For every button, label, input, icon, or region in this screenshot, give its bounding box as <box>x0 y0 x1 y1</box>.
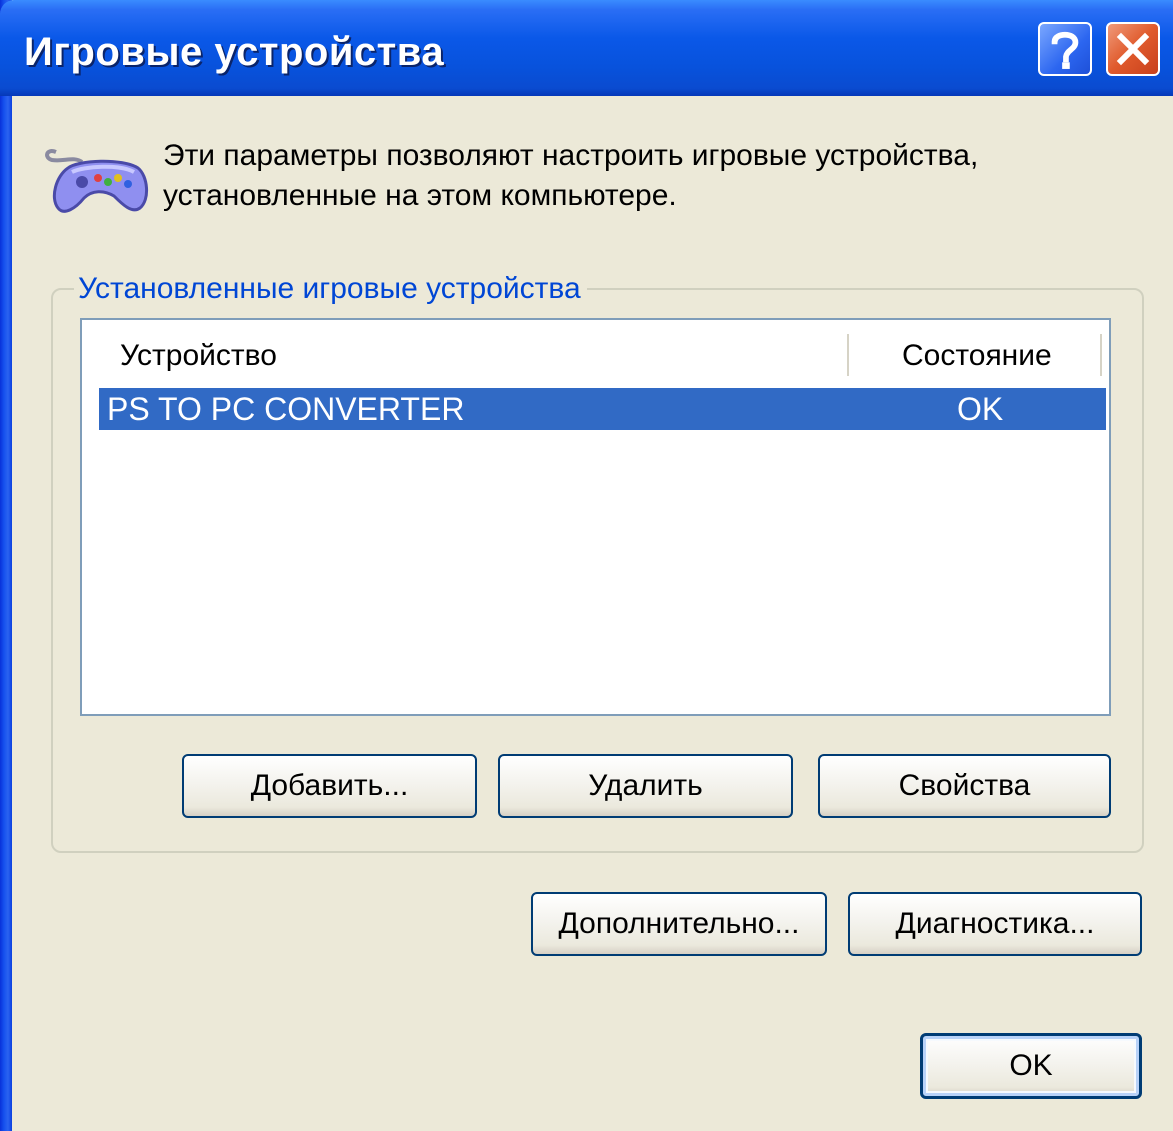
list-row-selected[interactable]: PS TO PC CONVERTER OK <box>99 388 1106 430</box>
advanced-button[interactable]: Дополнительно... <box>531 892 827 956</box>
column-header-device[interactable]: Устройство <box>120 338 277 374</box>
devices-list[interactable]: Устройство Состояние PS TO PC CONVERTER … <box>80 318 1111 716</box>
device-status: OK <box>957 391 1004 427</box>
intro-description: Эти параметры позволяют настроить игровы… <box>163 139 979 212</box>
list-header: Устройство Состояние <box>82 320 1109 388</box>
window-title: Игровые устройства <box>24 30 445 74</box>
close-icon <box>1116 32 1150 66</box>
close-button[interactable] <box>1106 22 1160 76</box>
game-controllers-dialog: Игровые устройства Эти параметры позволя… <box>0 0 1173 1131</box>
window-frame-left <box>0 0 12 1131</box>
device-name: PS TO PC CONVERTER <box>107 391 465 427</box>
column-header-status[interactable]: Состояние <box>902 338 1052 374</box>
group-label: Установленные игровые устройства <box>74 270 587 308</box>
column-divider[interactable] <box>1100 334 1102 376</box>
gamepad-icon <box>45 149 148 213</box>
remove-button[interactable]: Удалить <box>498 754 793 818</box>
column-divider[interactable] <box>847 334 849 376</box>
properties-button[interactable]: Свойства <box>818 754 1111 818</box>
title-bar[interactable]: Игровые устройства <box>0 0 1173 96</box>
diagnostics-button[interactable]: Диагностика... <box>848 892 1142 956</box>
ok-button[interactable]: OK <box>920 1033 1142 1099</box>
add-button[interactable]: Добавить... <box>182 754 477 818</box>
help-button[interactable] <box>1038 22 1092 76</box>
help-icon <box>1051 31 1079 69</box>
